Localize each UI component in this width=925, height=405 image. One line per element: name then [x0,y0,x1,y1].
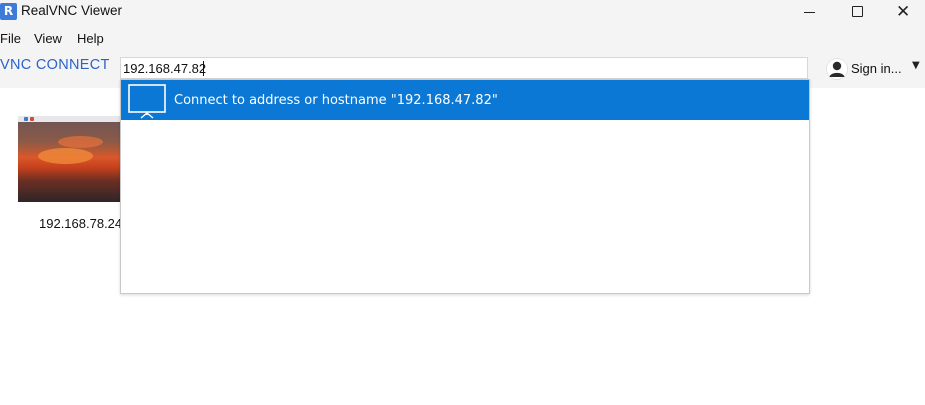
minimize-button[interactable] [786,0,832,26]
menu-help[interactable]: Help [77,31,104,46]
address-suggestions-dropdown: Connect to address or hostname "192.168.… [120,79,810,294]
title-bar: R RealVNC Viewer ✕ [0,0,925,26]
menu-bar: File View Help [0,26,925,48]
menu-view[interactable]: View [34,31,62,46]
user-icon [826,58,848,80]
address-search-box[interactable] [120,57,808,79]
connect-to-address-suggestion[interactable]: Connect to address or hostname "192.168.… [121,80,809,120]
vnc-connect-logo: VNC CONNECT [0,57,110,73]
minimize-icon [804,12,815,13]
sign-in-button[interactable]: Sign in... ▼ [826,58,925,82]
maximize-icon [852,6,863,17]
chevron-down-icon[interactable]: ▼ [912,60,920,71]
desktop-thumbnail [18,116,120,202]
close-icon: ✕ [896,2,911,22]
computer-tile-label: 192.168.78.24 [39,216,123,231]
computer-tile[interactable]: 192.168.78.24 [18,116,123,236]
window-title: RealVNC Viewer [21,3,123,18]
close-button[interactable]: ✕ [882,0,925,26]
monitor-icon [128,84,166,119]
address-search-input[interactable] [123,58,803,78]
maximize-button[interactable] [834,0,880,26]
realvnc-app-icon: R [0,3,17,20]
realvnc-viewer-window: R RealVNC Viewer ✕ File View Help VNC CO… [0,0,925,405]
text-caret [203,61,204,76]
suggestion-label: Connect to address or hostname "192.168.… [174,93,498,108]
sign-in-label: Sign in... [851,61,902,76]
menu-file[interactable]: File [0,31,21,46]
